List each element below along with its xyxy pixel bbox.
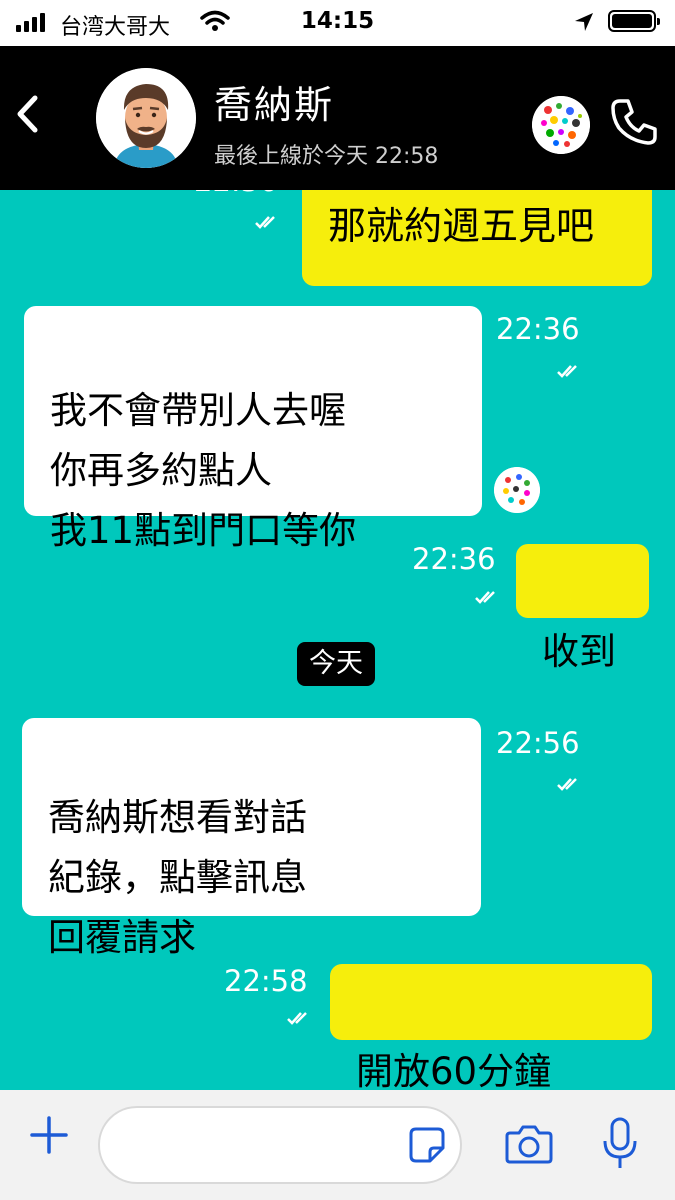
outgoing-message-bubble[interactable]: 收到 [516,544,649,673]
composer-bar [0,1090,675,1200]
message-list[interactable]: 22:36 那就約週五見吧 我不會帶別人去喔 你再多約點人 我11點到門口等你 … [0,190,675,1090]
profile-thumbnail-icon[interactable] [532,96,590,154]
message-text: 我不會帶別人去喔 你再多約點人 我11點到門口等你 [50,389,357,552]
plus-icon[interactable] [28,1114,70,1160]
read-receipt-icon [254,214,282,234]
back-chevron-icon[interactable] [14,94,40,138]
read-receipt-icon [556,776,584,796]
location-arrow-icon [574,12,594,36]
chat-header: 喬納斯 最後上線於今天 22:58 [0,46,675,190]
phone-call-icon[interactable] [608,96,660,152]
message-time: 22:36 [496,312,580,346]
message-text: 那就約週五見吧 [328,204,595,248]
incoming-message-bubble[interactable]: 我不會帶別人去喔 你再多約點人 我11點到門口等你 [24,306,482,552]
battery-icon [608,10,660,32]
read-receipt-icon [556,363,584,383]
message-time: 22:58 [224,964,308,998]
last-seen-status: 最後上線於今天 22:58 [214,144,439,169]
message-time: 22:36 [412,542,496,576]
sticker-icon[interactable] [408,1126,446,1168]
message-time: 22:36 [194,190,278,198]
read-receipt-icon [286,1010,314,1030]
message-text: 開放60分鐘 [356,1050,552,1090]
contact-avatar[interactable] [96,68,196,168]
contact-name[interactable]: 喬納斯 [214,74,334,129]
reaction-avatar-icon [494,467,540,513]
microphone-icon[interactable] [600,1116,640,1176]
status-bar: 台湾大哥大 14:15 [0,0,675,46]
camera-icon[interactable] [504,1122,554,1170]
outgoing-message-bubble[interactable]: 開放60分鐘 [330,964,652,1090]
incoming-message-bubble[interactable]: 喬納斯想看對話 紀錄，點擊訊息 回覆請求 [22,718,481,959]
message-text: 收到 [542,630,616,673]
message-text: 喬納斯想看對話 紀錄，點擊訊息 回覆請求 [48,796,307,959]
message-time: 22:56 [496,726,580,760]
date-divider: 今天 [297,642,375,686]
read-receipt-icon [474,589,502,609]
outgoing-message-bubble[interactable]: 那就約週五見吧 [302,190,652,286]
